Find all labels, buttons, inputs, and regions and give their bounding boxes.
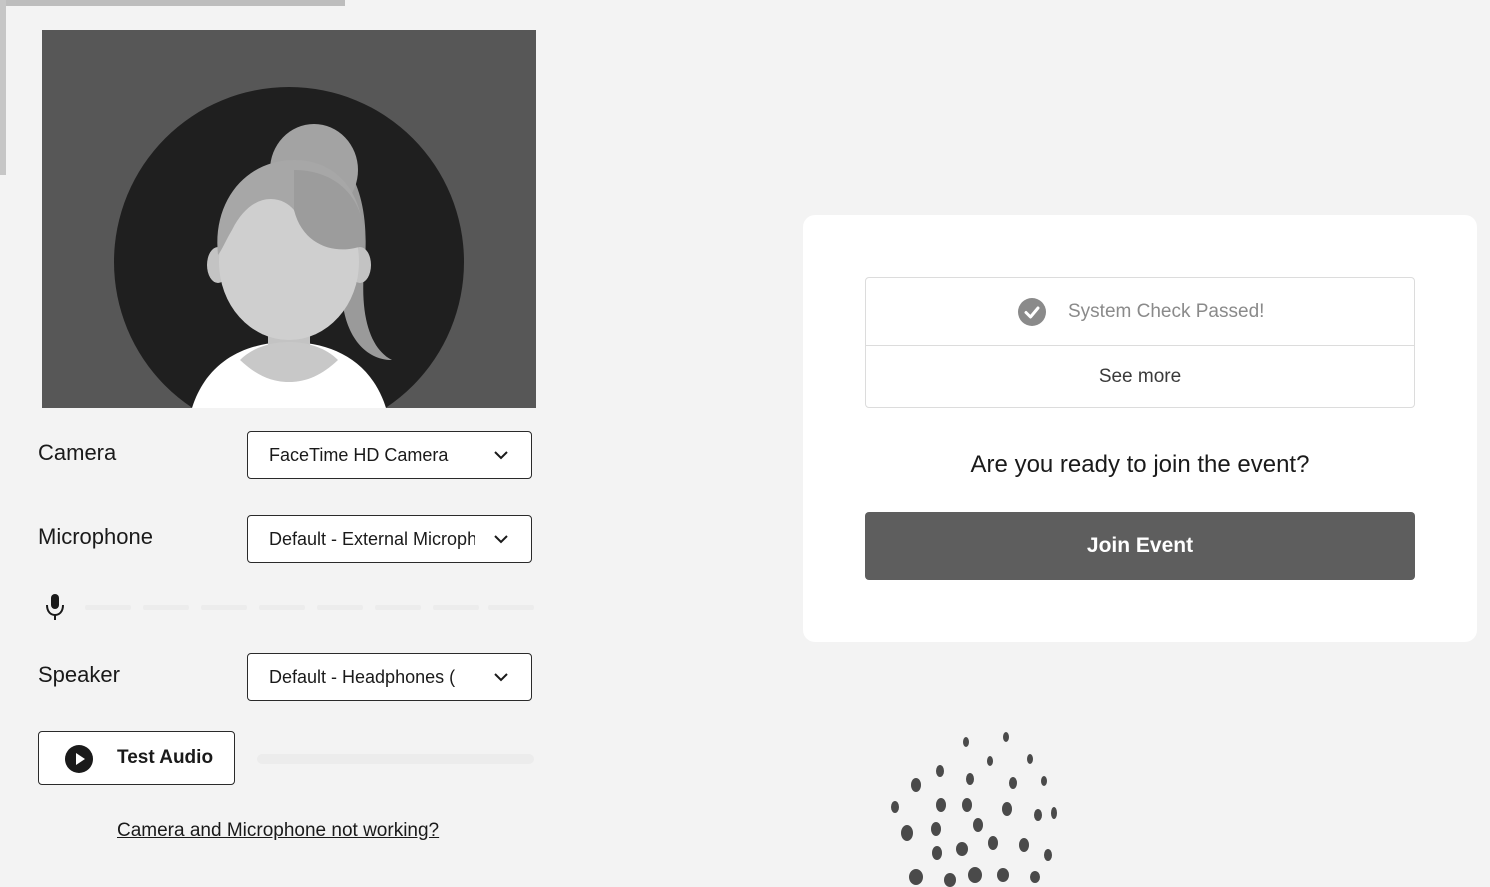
chevron-down-icon (494, 673, 508, 682)
level-segment (143, 605, 189, 610)
level-segment (201, 605, 247, 610)
chevron-down-icon (494, 451, 508, 460)
level-segment (433, 605, 479, 610)
test-audio-button[interactable]: Test Audio (38, 731, 235, 785)
window-edge-shade (0, 0, 345, 6)
microphone-select[interactable]: Default - External Microphone (247, 515, 532, 563)
microphone-level-meter (40, 592, 534, 622)
join-event-button[interactable]: Join Event (865, 512, 1415, 580)
chevron-down-icon (494, 535, 508, 544)
window-edge-shade-side (0, 0, 6, 175)
camera-select-value: FaceTime HD Camera (269, 445, 449, 465)
camera-label: Camera (38, 440, 117, 465)
avatar-placeholder-icon (42, 30, 536, 408)
join-event-card: System Check Passed! See more Are you re… (803, 215, 1477, 642)
speaker-label: Speaker (38, 662, 120, 687)
see-more-button[interactable]: See more (866, 346, 1414, 407)
system-check-text: System Check Passed! (1068, 301, 1265, 322)
decorative-dots (891, 732, 1057, 887)
microphone-label: Microphone (38, 524, 153, 549)
speaker-select-value: Default - Headphones ( (269, 667, 456, 687)
system-check-status: System Check Passed! (866, 278, 1414, 346)
test-audio-label: Test Audio (117, 747, 214, 768)
test-audio-progress-bar (257, 754, 534, 764)
level-segment (259, 605, 305, 610)
system-check-panel: System Check Passed! See more (865, 277, 1415, 408)
pre-event-check-page: Camera FaceTime HD Camera Microphone Def… (0, 0, 1490, 887)
camera-preview (42, 30, 536, 408)
level-segment (317, 605, 363, 610)
level-segment (375, 605, 421, 610)
microphone-icon (46, 594, 64, 620)
check-circle-icon (1018, 298, 1046, 326)
camera-select[interactable]: FaceTime HD Camera (247, 431, 532, 479)
level-segment (85, 605, 131, 610)
microphone-select-value: Default - External Microphone (269, 529, 475, 549)
level-segment (488, 605, 534, 610)
camera-microphone-help-link[interactable]: Camera and Microphone not working? (117, 820, 439, 842)
speaker-select[interactable]: Default - Headphones ( (247, 653, 532, 701)
ready-question: Are you ready to join the event? (970, 451, 1310, 478)
play-icon (65, 745, 93, 773)
